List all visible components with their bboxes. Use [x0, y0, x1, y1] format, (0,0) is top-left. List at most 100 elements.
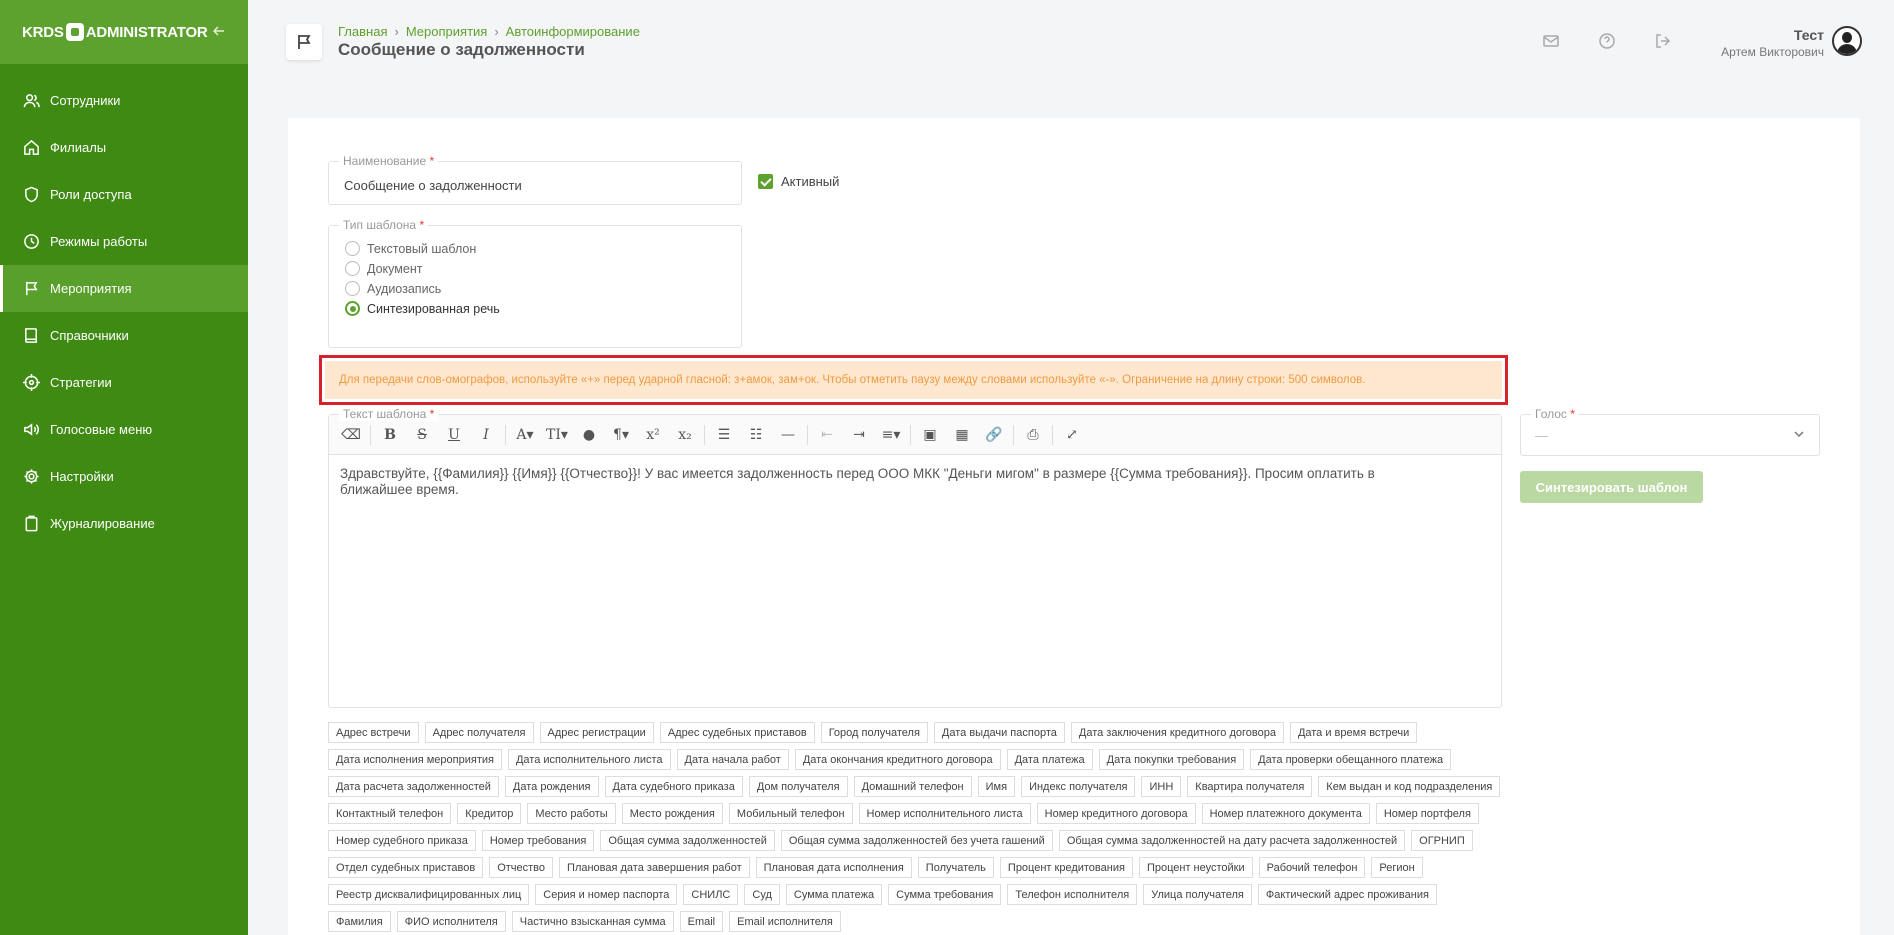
sidebar-item-2[interactable]: Роли доступа — [0, 171, 248, 218]
variable-tag[interactable]: Адрес получателя — [424, 722, 534, 743]
variable-tag[interactable]: Дата судебного приказа — [604, 776, 743, 797]
variable-tag[interactable]: Получатель — [917, 857, 994, 878]
variable-tag[interactable]: Плановая дата завершения работ — [559, 857, 750, 878]
logout-icon[interactable] — [1654, 32, 1672, 50]
variable-tag[interactable]: Общая сумма задолженностей — [600, 830, 775, 851]
variable-tag[interactable]: Номер портфеля — [1375, 803, 1479, 824]
synthesize-button[interactable]: Синтезировать шаблон — [1520, 471, 1703, 503]
variable-tag[interactable]: Кем выдан и код подразделения — [1318, 776, 1501, 797]
avatar[interactable] — [1832, 26, 1862, 56]
numbered-list-icon[interactable]: ☷ — [740, 422, 772, 448]
variable-tag[interactable]: Регион — [1371, 857, 1423, 878]
bullet-list-icon[interactable]: ☰ — [708, 422, 740, 448]
variable-tag[interactable]: Номер исполнительного листа — [858, 803, 1031, 824]
radio-icon[interactable] — [345, 261, 360, 276]
outdent-icon[interactable]: ⇤ — [811, 422, 843, 448]
variable-tag[interactable]: Дата исполнения мероприятия — [328, 749, 502, 770]
voice-select[interactable]: Голос * — — [1520, 407, 1820, 456]
variable-tag[interactable]: Контактный телефон — [328, 803, 452, 824]
app-logo[interactable]: KRDS ADMINISTRATOR — [22, 23, 208, 41]
variable-tag[interactable]: Номер требования — [481, 830, 595, 851]
print-icon[interactable]: ⎙ — [1017, 422, 1049, 448]
indent-icon[interactable]: ⇥ — [843, 422, 875, 448]
variable-tag[interactable]: Дата покупки требования — [1098, 749, 1245, 770]
font-size-icon[interactable]: TI▾ — [541, 422, 573, 448]
variable-tag[interactable]: Квартира получателя — [1187, 776, 1313, 797]
horizontal-rule-icon[interactable]: — — [772, 422, 804, 448]
variable-tag[interactable]: Дата заключения кредитного договора — [1070, 722, 1284, 743]
variable-tag[interactable]: Адрес встречи — [328, 722, 419, 743]
template-editor[interactable]: Текст шаблона * ⌫ B S U I A▾ TI▾ ● ¶▾ x²… — [328, 407, 1502, 708]
variable-tag[interactable]: Дата начала работ — [676, 749, 789, 770]
sidebar-item-0[interactable]: Сотрудники — [0, 77, 248, 124]
radio-synth-speech[interactable]: Синтезированная речь — [345, 301, 500, 316]
sidebar-item-9[interactable]: Журналирование — [0, 500, 248, 547]
variable-tag[interactable]: Город получателя — [820, 722, 928, 743]
variable-tag[interactable]: Номер кредитного договора — [1036, 803, 1196, 824]
variable-tag[interactable]: Отдел судебных приставов — [328, 857, 484, 878]
radio-icon[interactable] — [345, 281, 360, 296]
variable-tag[interactable]: Адрес судебных приставов — [659, 722, 815, 743]
variable-tag[interactable]: Место работы — [527, 803, 616, 824]
variable-tag[interactable]: Реестр дисквалифицированных лиц — [328, 884, 530, 905]
strikethrough-icon[interactable]: S — [406, 422, 438, 448]
bold-icon[interactable]: B — [374, 422, 406, 448]
variable-tag[interactable]: Кредитор — [457, 803, 522, 824]
variable-tag[interactable]: Дом получателя — [748, 776, 848, 797]
variable-tag[interactable]: ИНН — [1141, 776, 1182, 797]
variable-tag[interactable]: Домашний телефон — [853, 776, 972, 797]
variable-tag[interactable]: ФИО исполнителя — [396, 911, 506, 932]
variable-tag[interactable]: Место рождения — [621, 803, 723, 824]
variable-tag[interactable]: Номер платежного документа — [1201, 803, 1370, 824]
link-icon[interactable]: 🔗 — [978, 422, 1010, 448]
breadcrumb-autoinform[interactable]: Автоинформирование — [506, 24, 640, 39]
superscript-icon[interactable]: x² — [637, 422, 669, 448]
variable-tag[interactable]: Отчество — [489, 857, 554, 878]
variable-tag[interactable]: Серия и номер паспорта — [535, 884, 678, 905]
user-info[interactable]: Тест Артем Викторович — [1721, 27, 1824, 59]
breadcrumb-events[interactable]: Мероприятия — [406, 24, 488, 39]
table-icon[interactable]: ▦ — [946, 422, 978, 448]
variable-tag[interactable]: Процент неустойки — [1138, 857, 1253, 878]
fullscreen-icon[interactable]: ⤢ — [1056, 422, 1088, 448]
image-icon[interactable]: ▣ — [914, 422, 946, 448]
variable-tag[interactable]: Дата расчета задолженностей — [328, 776, 499, 797]
name-input-value[interactable]: Сообщение о задолженности — [344, 178, 522, 193]
chevron-down-icon[interactable] — [1793, 427, 1805, 439]
variable-tag[interactable]: Сумма требования — [888, 884, 1002, 905]
variable-tag[interactable]: Плановая дата исполнения — [755, 857, 912, 878]
sidebar-item-8[interactable]: Настройки — [0, 453, 248, 500]
variable-tag[interactable]: Номер судебного приказа — [328, 830, 476, 851]
mail-icon[interactable] — [1542, 32, 1560, 50]
arrow-left-icon[interactable] — [212, 22, 226, 43]
variable-tag[interactable]: Индекс получателя — [1021, 776, 1136, 797]
align-icon[interactable]: ≡▾ — [875, 422, 907, 448]
radio-audio[interactable]: Аудиозапись — [345, 281, 441, 296]
variable-tag[interactable]: Дата рождения — [504, 776, 599, 797]
sidebar-item-1[interactable]: Филиалы — [0, 124, 248, 171]
sidebar-item-7[interactable]: Голосовые меню — [0, 406, 248, 453]
variable-tag[interactable]: Дата и время встречи — [1289, 722, 1418, 743]
color-icon[interactable]: ● — [573, 422, 605, 448]
variable-tag[interactable]: Дата проверки обещанного платежа — [1250, 749, 1452, 770]
italic-icon[interactable]: I — [470, 422, 502, 448]
underline-icon[interactable]: U — [438, 422, 470, 448]
sidebar-item-6[interactable]: Стратегии — [0, 359, 248, 406]
radio-document[interactable]: Документ — [345, 261, 422, 276]
name-field[interactable]: Наименование * Сообщение о задолженности — [328, 154, 742, 205]
variable-tag[interactable]: Суд — [744, 884, 780, 905]
checkbox-checked-icon[interactable] — [758, 174, 773, 189]
variable-tag[interactable]: Общая сумма задолженностей на дату расче… — [1058, 830, 1406, 851]
active-checkbox[interactable]: Активный — [758, 174, 839, 189]
subscript-icon[interactable]: x₂ — [669, 422, 701, 448]
variable-tag[interactable]: Дата выдачи паспорта — [933, 722, 1065, 743]
template-text-content[interactable]: Здравствуйте, {{Фамилия}} {{Имя}} {{Отче… — [340, 466, 1441, 498]
variable-tag[interactable]: Частично взысканная сумма — [511, 911, 674, 932]
variable-tag[interactable]: Дата исполнительного листа — [507, 749, 671, 770]
variable-tag[interactable]: Телефон исполнителя — [1007, 884, 1138, 905]
radio-icon[interactable] — [345, 241, 360, 256]
eraser-icon[interactable]: ⌫ — [335, 422, 367, 448]
variable-tag[interactable]: Дата окончания кредитного договора — [794, 749, 1001, 770]
variable-tag[interactable]: Рабочий телефон — [1258, 857, 1366, 878]
radio-selected-icon[interactable] — [345, 301, 360, 316]
